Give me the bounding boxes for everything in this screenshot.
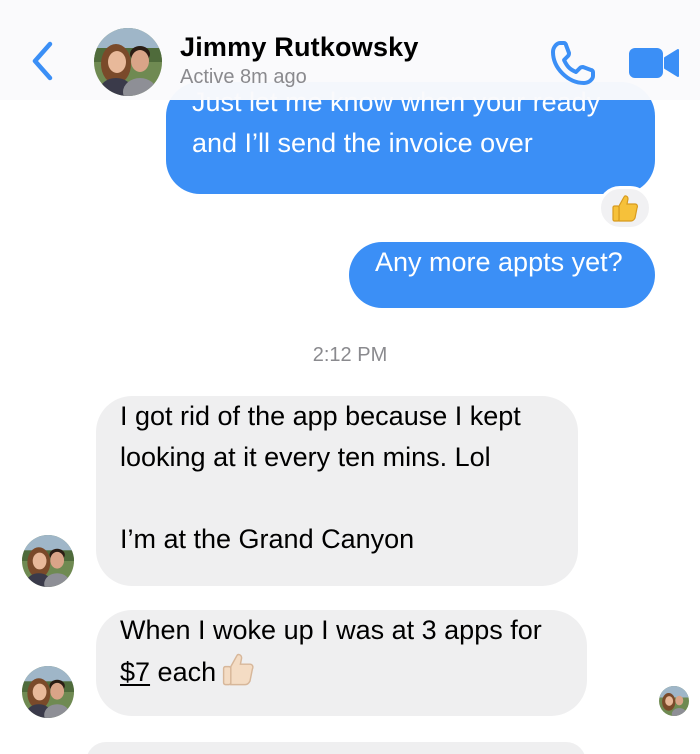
video-camera-icon — [629, 48, 679, 78]
message-line: $7 each — [120, 651, 563, 692]
avatar-photo — [94, 28, 162, 96]
thumbs-up-icon — [612, 195, 638, 222]
audio-call-button[interactable] — [548, 38, 598, 88]
message-line: I’m at the Grand Canyon — [120, 524, 415, 554]
message-line: looking at it every ten mins. Lol — [120, 442, 491, 472]
sender-avatar[interactable] — [22, 666, 74, 718]
message-reaction[interactable] — [598, 186, 652, 230]
phone-icon — [551, 41, 595, 85]
chat-header: Jimmy Rutkowsky Active 8m ago — [0, 0, 700, 100]
contact-avatar[interactable] — [94, 28, 162, 96]
incoming-message[interactable]: I got rid of the app because I kept look… — [96, 396, 578, 586]
outgoing-message[interactable]: Any more appts yet? — [349, 242, 655, 308]
chat-screen: Jimmy Rutkowsky Active 8m ago Just let m… — [0, 0, 700, 754]
message-timestamp: 2:12 PM — [312, 344, 388, 366]
message-line-blank — [120, 478, 554, 519]
video-call-button[interactable] — [626, 42, 682, 84]
back-button[interactable] — [26, 38, 66, 84]
avatar-photo — [22, 666, 74, 718]
back-chevron-icon — [32, 41, 53, 81]
message-line: I got rid of the app because I kept — [120, 401, 521, 431]
message-text: each — [150, 657, 217, 687]
avatar-photo — [22, 535, 74, 587]
active-status: Active 8m ago — [180, 66, 307, 88]
thumbs-up-icon — [222, 653, 254, 686]
price-link[interactable]: $7 — [120, 657, 150, 687]
incoming-message[interactable]: When I woke up I was at 3 apps for $7 ea… — [96, 610, 587, 716]
message-line: When I woke up I was at 3 apps for — [120, 615, 542, 645]
read-receipt-avatar — [659, 686, 689, 716]
incoming-message-partial[interactable] — [86, 742, 586, 754]
sender-avatar[interactable] — [22, 535, 74, 587]
avatar-photo — [659, 686, 689, 716]
contact-name[interactable]: Jimmy Rutkowsky — [180, 32, 419, 63]
message-line: and I’ll send the invoice over — [192, 128, 533, 158]
